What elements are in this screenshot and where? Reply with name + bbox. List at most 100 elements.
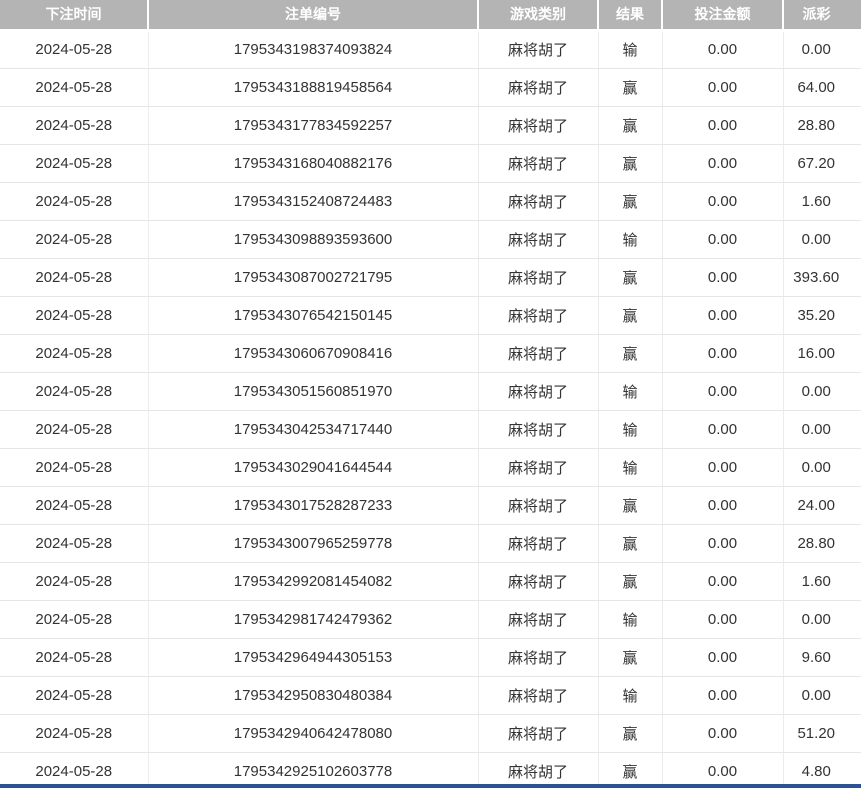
cell-bet-time: 2024-05-28 xyxy=(0,30,148,68)
cell-payout: 0.00 xyxy=(783,30,861,68)
cell-result: 输 xyxy=(598,676,662,714)
table-row: 2024-05-281795343177834592257麻将胡了赢0.0028… xyxy=(0,106,861,144)
cell-payout: 4.80 xyxy=(783,752,861,788)
cell-result: 赢 xyxy=(598,182,662,220)
cell-payout: 0.00 xyxy=(783,600,861,638)
table-row: 2024-05-281795342992081454082麻将胡了赢0.001.… xyxy=(0,562,861,600)
cell-payout: 64.00 xyxy=(783,68,861,106)
cell-bet-amount: 0.00 xyxy=(662,334,783,372)
cell-bet-amount: 0.00 xyxy=(662,296,783,334)
table-row: 2024-05-281795342940642478080麻将胡了赢0.0051… xyxy=(0,714,861,752)
cell-bet-time: 2024-05-28 xyxy=(0,372,148,410)
column-header-order-id: 注单编号 xyxy=(148,0,478,30)
cell-bet-amount: 0.00 xyxy=(662,106,783,144)
cell-bet-amount: 0.00 xyxy=(662,410,783,448)
cell-bet-time: 2024-05-28 xyxy=(0,714,148,752)
cell-bet-time: 2024-05-28 xyxy=(0,182,148,220)
cell-bet-time: 2024-05-28 xyxy=(0,676,148,714)
cell-result: 赢 xyxy=(598,334,662,372)
cell-payout: 24.00 xyxy=(783,486,861,524)
cell-order-id: 1795343042534717440 xyxy=(148,410,478,448)
cell-bet-time: 2024-05-28 xyxy=(0,296,148,334)
cell-result: 输 xyxy=(598,220,662,258)
cell-game-type: 麻将胡了 xyxy=(478,562,598,600)
cell-payout: 16.00 xyxy=(783,334,861,372)
cell-bet-amount: 0.00 xyxy=(662,676,783,714)
table-row: 2024-05-281795343168040882176麻将胡了赢0.0067… xyxy=(0,144,861,182)
table-row: 2024-05-281795343076542150145麻将胡了赢0.0035… xyxy=(0,296,861,334)
cell-bet-time: 2024-05-28 xyxy=(0,448,148,486)
footer-accent-bar xyxy=(0,784,861,788)
cell-result: 输 xyxy=(598,372,662,410)
cell-bet-time: 2024-05-28 xyxy=(0,144,148,182)
cell-bet-amount: 0.00 xyxy=(662,562,783,600)
cell-bet-amount: 0.00 xyxy=(662,220,783,258)
cell-payout: 1.60 xyxy=(783,182,861,220)
cell-order-id: 1795343017528287233 xyxy=(148,486,478,524)
cell-order-id: 1795342925102603778 xyxy=(148,752,478,788)
cell-game-type: 麻将胡了 xyxy=(478,714,598,752)
cell-payout: 1.60 xyxy=(783,562,861,600)
cell-bet-amount: 0.00 xyxy=(662,448,783,486)
cell-bet-amount: 0.00 xyxy=(662,144,783,182)
cell-payout: 28.80 xyxy=(783,524,861,562)
cell-result: 赢 xyxy=(598,144,662,182)
cell-bet-time: 2024-05-28 xyxy=(0,752,148,788)
bet-records-panel: 下注时间 注单编号 游戏类别 结果 投注金额 派彩 2024-05-281795… xyxy=(0,0,861,788)
cell-game-type: 麻将胡了 xyxy=(478,676,598,714)
cell-order-id: 1795342992081454082 xyxy=(148,562,478,600)
cell-bet-time: 2024-05-28 xyxy=(0,486,148,524)
cell-bet-amount: 0.00 xyxy=(662,372,783,410)
cell-bet-time: 2024-05-28 xyxy=(0,220,148,258)
column-header-bet-amount: 投注金额 xyxy=(662,0,783,30)
table-row: 2024-05-281795343017528287233麻将胡了赢0.0024… xyxy=(0,486,861,524)
cell-result: 赢 xyxy=(598,258,662,296)
cell-bet-time: 2024-05-28 xyxy=(0,524,148,562)
cell-bet-amount: 0.00 xyxy=(662,30,783,68)
cell-order-id: 1795343098893593600 xyxy=(148,220,478,258)
cell-order-id: 1795342981742479362 xyxy=(148,600,478,638)
cell-payout: 0.00 xyxy=(783,676,861,714)
cell-order-id: 1795343051560851970 xyxy=(148,372,478,410)
column-header-result: 结果 xyxy=(598,0,662,30)
cell-bet-amount: 0.00 xyxy=(662,182,783,220)
cell-game-type: 麻将胡了 xyxy=(478,752,598,788)
cell-order-id: 1795343087002721795 xyxy=(148,258,478,296)
cell-game-type: 麻将胡了 xyxy=(478,524,598,562)
cell-result: 赢 xyxy=(598,562,662,600)
table-row: 2024-05-281795343007965259778麻将胡了赢0.0028… xyxy=(0,524,861,562)
cell-game-type: 麻将胡了 xyxy=(478,68,598,106)
cell-bet-amount: 0.00 xyxy=(662,68,783,106)
cell-order-id: 1795343177834592257 xyxy=(148,106,478,144)
table-header: 下注时间 注单编号 游戏类别 结果 投注金额 派彩 xyxy=(0,0,861,30)
cell-game-type: 麻将胡了 xyxy=(478,30,598,68)
table-row: 2024-05-281795343087002721795麻将胡了赢0.0039… xyxy=(0,258,861,296)
cell-order-id: 1795342964944305153 xyxy=(148,638,478,676)
table-body: 2024-05-281795343198374093824麻将胡了输0.000.… xyxy=(0,30,861,788)
header-row: 下注时间 注单编号 游戏类别 结果 投注金额 派彩 xyxy=(0,0,861,30)
cell-bet-amount: 0.00 xyxy=(662,486,783,524)
cell-bet-time: 2024-05-28 xyxy=(0,562,148,600)
cell-payout: 0.00 xyxy=(783,410,861,448)
cell-payout: 28.80 xyxy=(783,106,861,144)
cell-result: 赢 xyxy=(598,524,662,562)
cell-game-type: 麻将胡了 xyxy=(478,106,598,144)
bet-records-table: 下注时间 注单编号 游戏类别 结果 投注金额 派彩 2024-05-281795… xyxy=(0,0,861,788)
cell-order-id: 1795342940642478080 xyxy=(148,714,478,752)
cell-order-id: 1795343076542150145 xyxy=(148,296,478,334)
column-header-game-type: 游戏类别 xyxy=(478,0,598,30)
cell-game-type: 麻将胡了 xyxy=(478,600,598,638)
cell-bet-amount: 0.00 xyxy=(662,752,783,788)
cell-order-id: 1795343060670908416 xyxy=(148,334,478,372)
cell-bet-time: 2024-05-28 xyxy=(0,600,148,638)
cell-order-id: 1795343188819458564 xyxy=(148,68,478,106)
cell-game-type: 麻将胡了 xyxy=(478,296,598,334)
cell-order-id: 1795343152408724483 xyxy=(148,182,478,220)
cell-result: 赢 xyxy=(598,106,662,144)
cell-bet-amount: 0.00 xyxy=(662,638,783,676)
cell-result: 输 xyxy=(598,30,662,68)
cell-bet-amount: 0.00 xyxy=(662,258,783,296)
cell-bet-time: 2024-05-28 xyxy=(0,410,148,448)
cell-payout: 9.60 xyxy=(783,638,861,676)
cell-bet-time: 2024-05-28 xyxy=(0,638,148,676)
